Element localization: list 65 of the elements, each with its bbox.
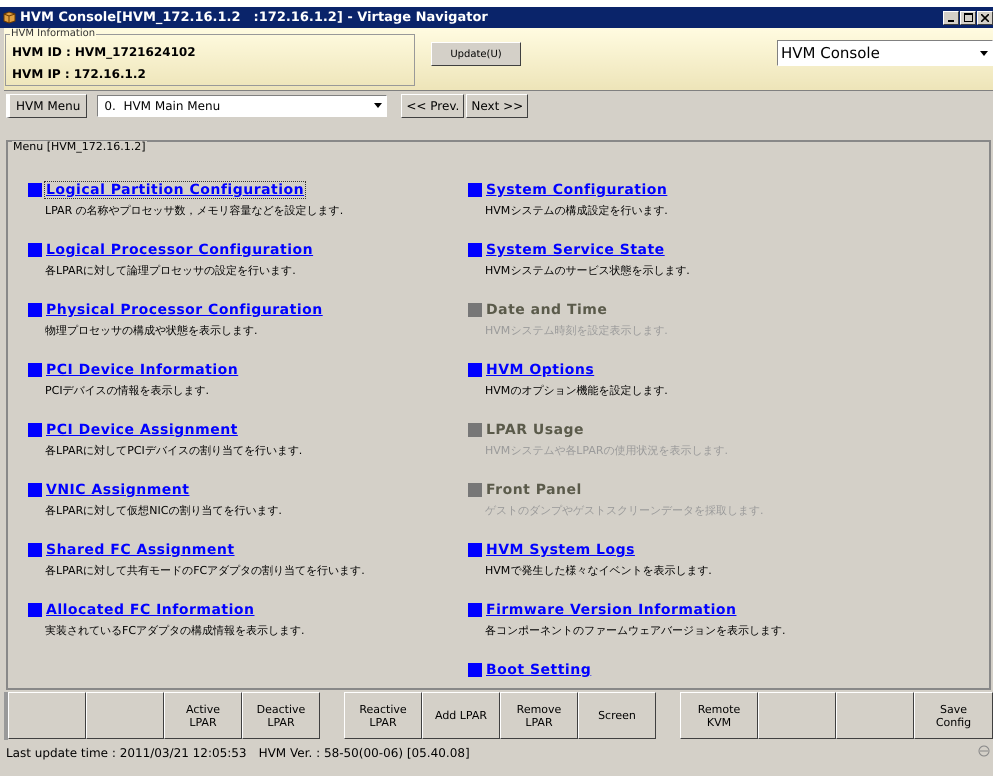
menu-link[interactable]: HVM Options bbox=[485, 362, 596, 378]
function-key-button[interactable]: Add LPAR bbox=[422, 692, 500, 739]
group-legend: Menu [HVM_172.16.1.2] bbox=[12, 141, 147, 153]
menu-description: 各LPARに対して仮想NICの割り当てを行います. bbox=[44, 504, 283, 518]
menu-link[interactable]: VNIC Assignment bbox=[45, 482, 190, 498]
menu-description: 各コンポーネントのファームウェアバージョンを表示します. bbox=[484, 624, 786, 638]
menu-description: HVMシステム時刻を設定表示します. bbox=[484, 324, 669, 338]
menu-description: 各LPARに対して論理プロセッサの設定を行います. bbox=[44, 264, 297, 278]
function-key-button[interactable]: Active LPAR bbox=[164, 692, 242, 739]
menu-link[interactable]: Boot Setting bbox=[485, 662, 592, 678]
menu-description: 各LPARに対してPCIデバイスの割り当てを行います. bbox=[44, 444, 304, 458]
menu-description: 各LPARに対して共有モードのFCアダプタの割り当てを行います. bbox=[44, 564, 366, 578]
app-cube-icon bbox=[3, 11, 16, 24]
menu-link[interactable]: System Service State bbox=[485, 242, 666, 258]
blank-function-key[interactable] bbox=[758, 692, 836, 739]
prev-button[interactable]: << Prev. bbox=[401, 94, 464, 118]
function-key-button[interactable]: Screen bbox=[578, 692, 656, 739]
menu-link[interactable]: HVM System Logs bbox=[485, 542, 636, 558]
status-text: Last update time : 2011/03/21 12:05:53 HVM Ver. : 58-50(00-06) [05.40.08] bbox=[6, 745, 470, 762]
menu-link[interactable]: Logical Processor Configuration bbox=[45, 242, 314, 258]
minimize-icon bbox=[948, 20, 954, 22]
menu-link[interactable]: PCI Device Assignment bbox=[45, 422, 239, 438]
close-button[interactable] bbox=[977, 10, 993, 24]
menu-link[interactable]: Logical Partition Configuration bbox=[45, 182, 306, 198]
info-label: HVM ID : bbox=[12, 44, 71, 61]
menu-link[interactable]: Firmware Version Information bbox=[485, 602, 738, 618]
menu-description: LPAR の名称やプロセッサ数，メモリ容量などを設定します. bbox=[44, 204, 344, 218]
function-key-button[interactable]: Remote KVM bbox=[680, 692, 758, 739]
group-legend: HVM Information bbox=[10, 28, 96, 40]
menu-description: 実装されているFCアダプタの構成情報を表示します. bbox=[44, 624, 306, 638]
menu-link[interactable]: Shared FC Assignment bbox=[45, 542, 236, 558]
dropdown-arrow-icon[interactable] bbox=[980, 50, 988, 56]
menu-link[interactable]: PCI Device Information bbox=[45, 362, 240, 378]
menu-label: HVM Menu bbox=[6, 94, 88, 118]
menu-link[interactable]: System Configuration bbox=[485, 182, 668, 198]
menu-description: ゲストのダンプやゲストスクリーンデータを採取します. bbox=[484, 504, 764, 518]
update-button[interactable]: Update(U) bbox=[431, 42, 521, 66]
info-label: HVM IP : bbox=[12, 66, 70, 83]
menu-link[interactable]: Allocated FC Information bbox=[45, 602, 256, 618]
menu-description: PCIデバイスの情報を表示します. bbox=[44, 384, 210, 398]
blank-function-key[interactable] bbox=[8, 692, 86, 739]
info-value: 172.16.1.2 bbox=[74, 66, 146, 83]
view-select[interactable]: HVM Console bbox=[777, 40, 993, 66]
function-key-button[interactable]: Save Config bbox=[914, 692, 993, 739]
function-key-button[interactable]: Remove LPAR bbox=[500, 692, 578, 739]
menu-description: HVMシステムや各LPARの使用状況を表示します. bbox=[484, 444, 730, 458]
blank-function-key[interactable] bbox=[836, 692, 914, 739]
close-icon bbox=[981, 14, 989, 22]
maximize-button[interactable] bbox=[960, 10, 976, 24]
info-value: HVM_1721624102 bbox=[74, 44, 196, 61]
next-button[interactable]: Next >> bbox=[466, 94, 528, 118]
menu-description: 物理プロセッサの構成や状態を表示します. bbox=[44, 324, 258, 338]
maximize-icon bbox=[964, 13, 972, 22]
function-key-button[interactable]: Reactive LPAR bbox=[344, 692, 422, 739]
menu-description: HVMシステムの構成設定を行います. bbox=[484, 204, 669, 218]
menu-description: HVMで発生した様々なイベントを表示します. bbox=[484, 564, 713, 578]
function-key-button[interactable]: Deactive LPAR bbox=[242, 692, 320, 739]
menu-description: HVMのオプション機能を設定します. bbox=[484, 384, 669, 398]
menu-link[interactable]: Physical Processor Configuration bbox=[45, 302, 324, 318]
dropdown-arrow-icon[interactable] bbox=[374, 103, 382, 108]
window-title: HVM Console[HVM_172.16.1.2 :172.16.1.2] - Virtage Navigator bbox=[20, 8, 488, 27]
minimize-button[interactable] bbox=[943, 10, 959, 24]
menu-select[interactable]: 0. HVM Main Menu bbox=[97, 94, 388, 116]
menu-description: HVMシステムのサービス状態を示します. bbox=[484, 264, 691, 278]
blank-function-key[interactable] bbox=[86, 692, 164, 739]
